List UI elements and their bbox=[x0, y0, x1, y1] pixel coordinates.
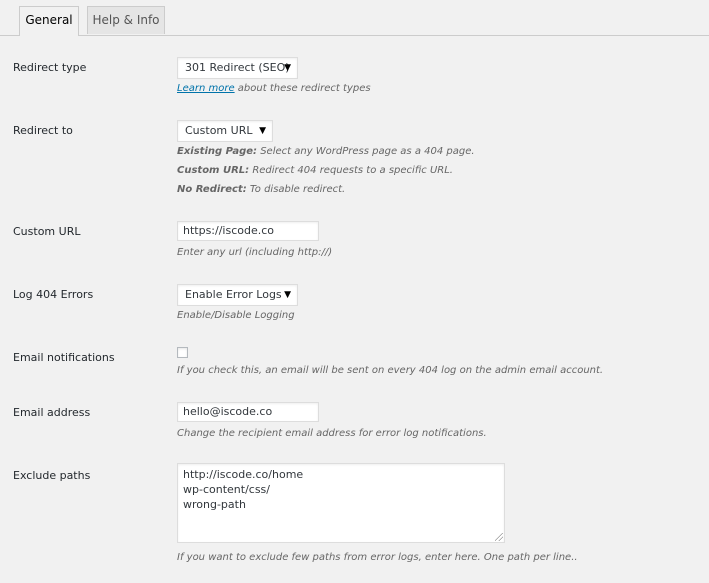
triangle-down-icon: ▼ bbox=[259, 126, 266, 136]
log-errors-select[interactable]: Enable Error Logs ▼ bbox=[177, 284, 298, 306]
resize-grip-icon[interactable] bbox=[495, 533, 503, 541]
email-notifications-label: Email notifications bbox=[13, 351, 115, 364]
triangle-down-icon: ▼ bbox=[284, 63, 291, 73]
custom-url-input[interactable]: https://iscode.co bbox=[177, 221, 319, 241]
option-term: Existing Page: bbox=[177, 146, 258, 157]
learn-more-link[interactable]: Learn more bbox=[177, 83, 235, 94]
option-term: Custom URL: bbox=[177, 165, 250, 176]
redirect-type-description: Learn more about these redirect types bbox=[177, 83, 371, 94]
learn-more-suffix: about these redirect types bbox=[234, 83, 371, 94]
redirect-type-value: 301 Redirect (SEO) bbox=[185, 61, 290, 74]
tab-bar: General Help & Info bbox=[0, 0, 709, 36]
exclude-path-line: wrong-path bbox=[183, 498, 246, 511]
tab-help-info[interactable]: Help & Info bbox=[87, 6, 165, 34]
settings-page: General Help & Info Redirect type 301 Re… bbox=[0, 0, 709, 583]
redirect-option-help-existing: Existing Page: Select any WordPress page… bbox=[177, 146, 475, 157]
redirect-to-label: Redirect to bbox=[13, 124, 73, 137]
tab-general[interactable]: General bbox=[19, 6, 79, 36]
option-text: Select any WordPress page as a 404 page. bbox=[257, 146, 475, 157]
redirect-to-select[interactable]: Custom URL ▼ bbox=[177, 120, 273, 142]
log-errors-label: Log 404 Errors bbox=[13, 288, 94, 301]
redirect-option-help-none: No Redirect: To disable redirect. bbox=[177, 184, 345, 195]
custom-url-description: Enter any url (including http://) bbox=[177, 247, 333, 258]
option-text: To disable redirect. bbox=[246, 184, 346, 195]
email-address-description: Change the recipient email address for e… bbox=[177, 428, 487, 439]
email-notifications-checkbox[interactable] bbox=[177, 347, 188, 358]
exclude-paths-description: If you want to exclude few paths from er… bbox=[177, 552, 578, 563]
redirect-type-select[interactable]: 301 Redirect (SEO) ▼ bbox=[177, 57, 298, 79]
exclude-path-line: http://iscode.co/home bbox=[183, 468, 304, 481]
custom-url-label: Custom URL bbox=[13, 225, 81, 238]
triangle-down-icon: ▼ bbox=[284, 290, 291, 300]
option-text: Redirect 404 requests to a specific URL. bbox=[249, 165, 453, 176]
redirect-option-help-custom: Custom URL: Redirect 404 requests to a s… bbox=[177, 165, 453, 176]
email-address-label: Email address bbox=[13, 406, 91, 419]
exclude-path-line: wp-content/css/ bbox=[183, 483, 270, 496]
exclude-paths-label: Exclude paths bbox=[13, 469, 91, 482]
redirect-to-value: Custom URL bbox=[185, 124, 253, 137]
option-term: No Redirect: bbox=[177, 184, 247, 195]
email-address-input[interactable]: hello@iscode.co bbox=[177, 402, 319, 422]
log-errors-value: Enable Error Logs bbox=[185, 288, 282, 301]
exclude-paths-textarea[interactable]: http://iscode.co/home wp-content/css/ wr… bbox=[177, 463, 505, 543]
redirect-type-label: Redirect type bbox=[13, 61, 87, 74]
email-notifications-description: If you check this, an email will be sent… bbox=[177, 365, 604, 376]
log-errors-description: Enable/Disable Logging bbox=[177, 310, 295, 321]
